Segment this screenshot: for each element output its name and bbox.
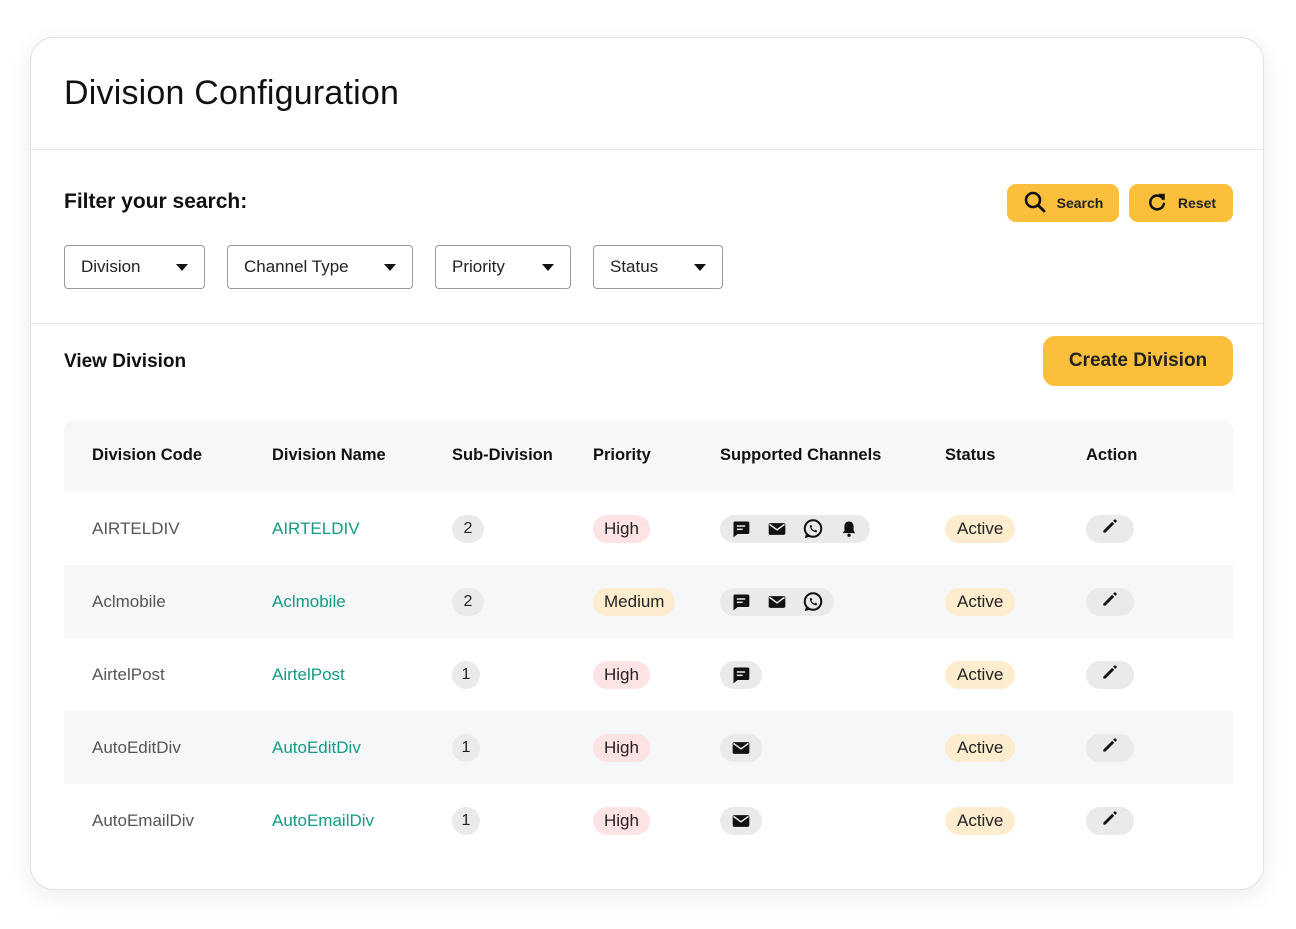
search-icon xyxy=(1023,190,1047,217)
division-code: AutoEditDiv xyxy=(92,737,181,757)
division-name-link[interactable]: AIRTELDIV xyxy=(272,519,360,539)
reset-button-label: Reset xyxy=(1177,195,1217,211)
sms-icon xyxy=(730,518,752,540)
division-code: Aclmobile xyxy=(92,591,166,611)
status-dropdown-label: Status xyxy=(610,257,659,276)
whatsapp-icon xyxy=(802,591,824,613)
division-code: AirtelPost xyxy=(92,664,165,684)
header-sub-division: Sub-Division xyxy=(452,446,553,464)
division-table: Division Code Division Name Sub-Division… xyxy=(64,420,1233,857)
pencil-icon xyxy=(1100,662,1120,687)
status-badge: Active xyxy=(945,806,1016,835)
supported-channels xyxy=(720,587,834,616)
priority-dropdown[interactable]: Priority xyxy=(435,245,571,289)
edit-button[interactable] xyxy=(1086,514,1134,543)
channel-type-dropdown-label: Channel Type xyxy=(244,257,349,276)
edit-button[interactable] xyxy=(1086,587,1134,616)
notification-bell-icon xyxy=(838,518,860,540)
sub-division-count: 2 xyxy=(452,514,484,543)
whatsapp-icon xyxy=(802,518,824,540)
table-row: Aclmobile Aclmobile 2 Medium Active xyxy=(64,565,1233,638)
status-badge: Active xyxy=(945,587,1016,616)
status-badge: Active xyxy=(945,660,1016,689)
page-title: Division Configuration xyxy=(64,74,400,112)
division-name-link[interactable]: Aclmobile xyxy=(272,592,346,612)
table-row: AirtelPost AirtelPost 1 High Active xyxy=(64,638,1233,711)
edit-button[interactable] xyxy=(1086,660,1134,689)
priority-badge: High xyxy=(593,660,650,689)
page-header: Division Configuration xyxy=(31,38,1263,150)
sms-icon xyxy=(730,664,752,686)
caret-down-icon xyxy=(176,263,188,271)
table-body: AIRTELDIV AIRTELDIV 2 High Active Aclmobile Ac… xyxy=(64,492,1233,857)
edit-button[interactable] xyxy=(1086,806,1134,835)
pencil-icon xyxy=(1100,516,1120,541)
supported-channels xyxy=(720,514,870,543)
sub-division-count: 1 xyxy=(452,660,480,689)
status-dropdown[interactable]: Status xyxy=(593,245,723,289)
email-icon xyxy=(766,518,788,540)
header-status: Status xyxy=(945,446,996,464)
view-division-section: View Division Create Division Division C… xyxy=(31,324,1263,889)
priority-badge: High xyxy=(593,733,650,762)
division-name-link[interactable]: AirtelPost xyxy=(272,665,345,685)
email-icon xyxy=(730,810,752,832)
channel-type-dropdown[interactable]: Channel Type xyxy=(227,245,413,289)
division-name-link[interactable]: AutoEmailDiv xyxy=(272,811,374,831)
sub-division-count: 1 xyxy=(452,733,480,762)
caret-down-icon xyxy=(542,263,554,271)
supported-channels xyxy=(720,806,762,835)
sms-icon xyxy=(730,591,752,613)
search-button-label: Search xyxy=(1056,195,1104,211)
table-header: Division Code Division Name Sub-Division… xyxy=(64,420,1233,492)
division-config-card: Division Configuration Filter your searc… xyxy=(30,37,1264,890)
edit-button[interactable] xyxy=(1086,733,1134,762)
division-name-link[interactable]: AutoEditDiv xyxy=(272,738,361,758)
header-priority: Priority xyxy=(593,446,651,464)
email-icon xyxy=(730,737,752,759)
division-code: AutoEmailDiv xyxy=(92,810,195,830)
filter-title: Filter your search: xyxy=(64,190,248,213)
supported-channels xyxy=(720,660,762,689)
header-division-code: Division Code xyxy=(92,446,203,464)
header-division-name: Division Name xyxy=(272,446,386,464)
header-supported-channels: Supported Channels xyxy=(720,446,882,464)
priority-dropdown-label: Priority xyxy=(452,257,505,276)
division-dropdown[interactable]: Division xyxy=(64,245,205,289)
email-icon xyxy=(766,591,788,613)
division-dropdown-label: Division xyxy=(81,257,141,276)
sub-division-count: 2 xyxy=(452,587,484,616)
priority-badge: High xyxy=(593,806,650,835)
caret-down-icon xyxy=(384,263,396,271)
search-button[interactable]: Search xyxy=(1007,184,1119,222)
pencil-icon xyxy=(1100,735,1120,760)
priority-badge: Medium xyxy=(593,587,676,616)
pencil-icon xyxy=(1100,808,1120,833)
priority-badge: High xyxy=(593,514,650,543)
table-row: AutoEmailDiv AutoEmailDiv 1 High Active xyxy=(64,784,1233,857)
status-badge: Active xyxy=(945,733,1016,762)
reset-button[interactable]: Reset xyxy=(1129,184,1233,222)
supported-channels xyxy=(720,733,762,762)
table-row: AutoEditDiv AutoEditDiv 1 High Active xyxy=(64,711,1233,784)
refresh-icon xyxy=(1146,191,1168,216)
view-division-title: View Division xyxy=(64,351,187,372)
header-action: Action xyxy=(1086,446,1138,464)
filter-section: Filter your search: Search Reset Divisio… xyxy=(31,150,1263,324)
division-code: AIRTELDIV xyxy=(92,518,180,538)
status-badge: Active xyxy=(945,514,1016,543)
sub-division-count: 1 xyxy=(452,806,480,835)
caret-down-icon xyxy=(694,263,706,271)
create-division-button[interactable]: Create Division xyxy=(1043,336,1233,386)
table-row: AIRTELDIV AIRTELDIV 2 High Active xyxy=(64,492,1233,565)
pencil-icon xyxy=(1100,589,1120,614)
